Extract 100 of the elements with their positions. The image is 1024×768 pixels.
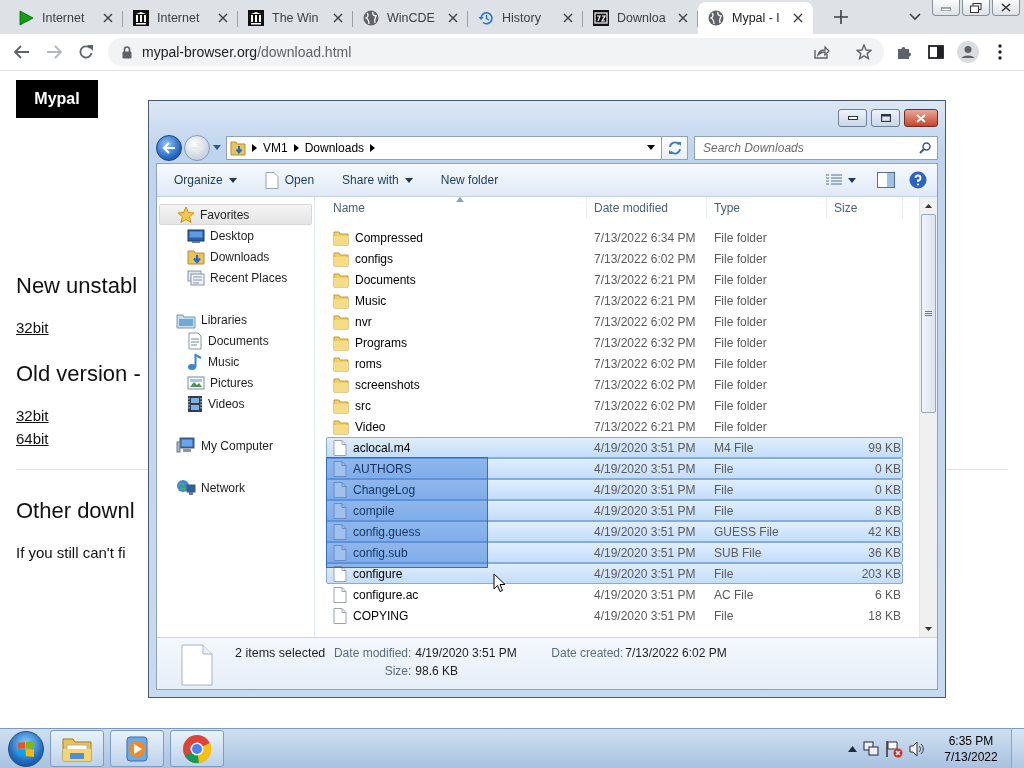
type-cell-text: File xyxy=(713,482,735,497)
file-row[interactable]: compile 4/19/2020 3:51 PM File 8 KB xyxy=(326,500,903,521)
breadcrumb-item[interactable]: Downloads xyxy=(304,140,365,155)
close-icon[interactable] xyxy=(563,13,573,23)
folder-icon xyxy=(333,376,349,393)
file-name: aclocal.m4 xyxy=(353,440,411,455)
version-link[interactable]: 64bit xyxy=(16,430,49,447)
type-cell-text: SUB File xyxy=(713,545,763,560)
file-row[interactable]: screenshots 7/13/2022 6:02 PM File folder xyxy=(326,374,903,395)
toolbar-button[interactable]: New folder xyxy=(433,170,506,190)
file-row[interactable]: Documents 7/13/2022 6:21 PM File folder xyxy=(326,269,903,290)
browser-tab[interactable]: Internet xyxy=(8,2,123,34)
nav-item[interactable]: Pictures xyxy=(159,372,312,393)
file-row[interactable]: roms 7/13/2022 6:02 PM File folder xyxy=(326,353,903,374)
nav-item[interactable]: Documents xyxy=(159,330,312,351)
file-row[interactable]: config.guess 4/19/2020 3:51 PM GUESS File 42 KB xyxy=(326,521,903,542)
close-icon[interactable] xyxy=(103,13,113,23)
browser-tab[interactable]: Downloa xyxy=(583,2,698,34)
scrollbar[interactable] xyxy=(919,197,937,637)
file-name: config.guess xyxy=(353,524,421,539)
file-row[interactable]: configure 4/19/2020 3:51 PM File 203 KB xyxy=(326,563,903,584)
minimize-icon xyxy=(941,4,951,11)
nav-item[interactable]: Downloads xyxy=(159,246,312,267)
address-bar[interactable]: VM1 Downloads xyxy=(226,135,662,160)
nav-item[interactable]: Desktop xyxy=(159,225,312,246)
search-field[interactable]: Search Downloads xyxy=(694,135,938,160)
browser-tab[interactable]: History xyxy=(468,2,583,34)
close-icon[interactable] xyxy=(218,13,228,23)
preview-pane-icon[interactable] xyxy=(877,172,895,188)
column-header[interactable]: Name xyxy=(326,197,587,219)
flag-error-icon[interactable] xyxy=(885,739,903,758)
network-icon xyxy=(176,478,196,497)
file-row[interactable]: Programs 7/13/2022 6:32 PM File folder xyxy=(326,332,903,353)
address-field[interactable]: mypal-browser.org/download.html xyxy=(108,38,884,66)
caret-icon[interactable] xyxy=(647,145,655,150)
column-header[interactable]: Type xyxy=(707,197,827,219)
clock-icon xyxy=(478,10,494,26)
nav-item[interactable]: Libraries xyxy=(159,309,312,330)
toolbar-menu-button[interactable]: Share with xyxy=(335,170,420,190)
version-link[interactable]: 32bit xyxy=(16,407,49,424)
file-name: Programs xyxy=(355,335,407,350)
file-row[interactable]: Music 7/13/2022 6:21 PM File folder xyxy=(326,290,903,311)
folder-icon xyxy=(333,292,349,309)
file-row[interactable]: ChangeLog 4/19/2020 3:51 PM File 0 KB xyxy=(326,479,903,500)
column-header[interactable]: Size xyxy=(827,197,903,219)
nav-item[interactable]: Music xyxy=(159,351,312,372)
version-link[interactable]: 32bit xyxy=(16,319,49,336)
speaker-icon[interactable] xyxy=(909,740,925,757)
minimize-button[interactable] xyxy=(838,109,867,127)
toolbar-button[interactable]: Open xyxy=(257,168,322,192)
recent-pages-button[interactable] xyxy=(212,145,222,150)
file-row[interactable]: Compressed 7/13/2022 6:34 PM File folder xyxy=(326,227,903,248)
nav-item[interactable]: Favorites xyxy=(159,204,312,225)
nav-item[interactable]: Network xyxy=(159,477,312,498)
browser-tab[interactable]: Internet xyxy=(123,2,238,34)
close-icon[interactable] xyxy=(793,13,803,23)
breadcrumb-item[interactable]: VM1 xyxy=(263,140,288,155)
file-row[interactable]: configure.ac 4/19/2020 3:51 PM AC File 6 KB xyxy=(326,584,903,605)
date-cell-text: 7/13/2022 6:02 PM xyxy=(593,314,697,329)
back-button[interactable] xyxy=(156,134,182,161)
help-icon[interactable] xyxy=(909,171,927,189)
browser-tab[interactable]: Mypal - l xyxy=(698,2,813,34)
arrow-left-icon xyxy=(14,45,30,59)
file-row[interactable]: COPYING 4/19/2020 3:51 PM File 18 KB xyxy=(326,605,903,626)
file-row[interactable]: nvr 7/13/2022 6:02 PM File folder xyxy=(326,311,903,332)
close-button[interactable] xyxy=(904,109,938,127)
picture-icon xyxy=(187,374,205,391)
show-hidden-icons-icon[interactable] xyxy=(848,745,857,752)
toolbar-menu-button[interactable]: Organize xyxy=(167,170,244,190)
type-cell-text: File folder xyxy=(713,272,768,287)
nav-item[interactable]: Videos xyxy=(159,393,312,414)
close-icon[interactable] xyxy=(678,13,688,23)
file-row[interactable]: configs 7/13/2022 6:02 PM File folder xyxy=(326,248,903,269)
nav-item[interactable]: Recent Places xyxy=(159,267,312,288)
close-icon[interactable] xyxy=(448,13,458,23)
restore-button[interactable] xyxy=(962,0,990,16)
browser-tab[interactable]: WinCDE xyxy=(353,2,468,34)
refresh-button[interactable] xyxy=(662,135,688,160)
file-row[interactable]: src 7/13/2022 6:02 PM File folder xyxy=(326,395,903,416)
site-logo[interactable]: Mypal xyxy=(16,80,98,118)
close-button[interactable] xyxy=(992,0,1020,16)
taskbar-button[interactable] xyxy=(110,730,164,767)
close-icon[interactable] xyxy=(333,13,343,23)
file-row[interactable]: Video 7/13/2022 6:21 PM File folder xyxy=(326,416,903,437)
nav-item[interactable]: My Computer xyxy=(159,435,312,456)
network-icon[interactable] xyxy=(863,740,879,757)
start-button[interactable] xyxy=(8,730,44,767)
file-row[interactable]: aclocal.m4 4/19/2020 3:51 PM M4 File 99 KB xyxy=(326,437,903,458)
chevron-down-icon xyxy=(909,13,921,21)
taskbar-button[interactable] xyxy=(170,730,224,767)
file-row[interactable]: AUTHORS 4/19/2020 3:51 PM File 0 KB xyxy=(326,458,903,479)
clock[interactable]: 6:35 PM 7/13/2022 xyxy=(941,732,1001,765)
column-header[interactable]: Date modified xyxy=(587,197,707,219)
file-row[interactable]: config.sub 4/19/2020 3:51 PM SUB File 36 KB xyxy=(326,542,903,563)
browser-tab[interactable]: The Win xyxy=(238,2,353,34)
taskbar-button[interactable] xyxy=(50,730,104,767)
scroll-up-icon xyxy=(925,203,932,208)
maximize-button[interactable] xyxy=(871,109,900,127)
detail-label: Size: xyxy=(383,664,412,680)
file-icon xyxy=(333,586,347,603)
